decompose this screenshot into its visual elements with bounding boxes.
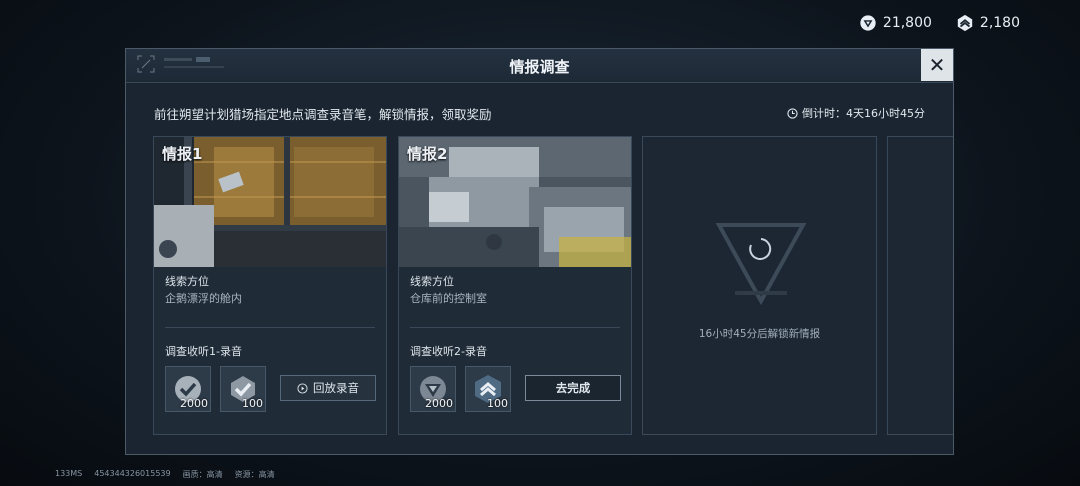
clue-value: 企鹅漂浮的舱内 xyxy=(165,292,242,305)
reward-item[interactable]: 100 xyxy=(220,366,266,412)
unlock-message: 16小时45分后解锁新情报 xyxy=(698,328,821,340)
quality-setting: 画质：高清 xyxy=(182,470,223,479)
intel-card-2[interactable]: 情报2 线索方位 仓库前的控制室 调查收听2-录音 2000 100 去完成 xyxy=(398,136,632,435)
close-button[interactable]: ✕ xyxy=(921,49,953,81)
clue-value: 仓库前的控制室 xyxy=(410,292,487,305)
go-complete-button[interactable]: 去完成 xyxy=(525,375,621,401)
gem-badge-icon xyxy=(860,15,876,31)
resource-setting: 资源：高清 xyxy=(234,470,275,479)
intel-image-1: 情报1 xyxy=(154,137,386,267)
countdown-label: 倒计时：4天16小时45分 xyxy=(802,107,925,120)
currency-bar: 21,800 2,180 xyxy=(859,14,1020,32)
clock-icon xyxy=(787,107,798,119)
reward-amount: 2000 xyxy=(180,397,208,410)
play-icon xyxy=(297,382,308,394)
currency-gem-amount: 21,800 xyxy=(882,15,932,31)
panel-title: 情报调查 xyxy=(509,58,570,76)
next-card-edge xyxy=(887,136,953,435)
locked-triangle-icon xyxy=(715,223,807,305)
status-footer: 133MS 454344326015539 画质：高清 资源：高清 xyxy=(55,469,275,480)
countdown-timer: 倒计时：4天16小时45分 xyxy=(787,105,925,121)
task-label: 调查收听2-录音 xyxy=(410,345,487,358)
reward-amount: 100 xyxy=(487,397,508,410)
clue-label: 线索方位 xyxy=(410,275,454,288)
divider xyxy=(410,327,620,328)
reward-item[interactable]: 100 xyxy=(465,366,511,412)
user-id: 454344326015539 xyxy=(94,469,171,478)
intel-panel: 情报调查 ✕ 前往朔望计划猎场指定地点调查录音笔，解锁情报，领取奖励 倒计时：4… xyxy=(125,48,954,455)
locked-intel-card: 16小时45分后解锁新情报 xyxy=(642,136,877,435)
reward-item[interactable]: 2000 xyxy=(410,366,456,412)
divider xyxy=(165,327,375,328)
ping-value: 133MS xyxy=(55,469,83,478)
currency-rank[interactable]: 2,180 xyxy=(956,14,1020,32)
reward-amount: 2000 xyxy=(425,397,453,410)
clue-label: 线索方位 xyxy=(165,275,209,288)
panel-description: 前往朔望计划猎场指定地点调查录音笔，解锁情报，领取奖励 xyxy=(154,107,492,122)
reward-item[interactable]: 2000 xyxy=(165,366,211,412)
intel-tag-1: 情报1 xyxy=(162,145,203,163)
chevron-rank-icon xyxy=(957,14,973,32)
replay-label: 回放录音 xyxy=(313,381,359,395)
intel-card-1[interactable]: 情报1 线索方位 企鹅漂浮的舱内 调查收听1-录音 2000 100 回放录音 xyxy=(153,136,387,435)
intel-tag-2: 情报2 xyxy=(407,145,448,163)
reward-amount: 100 xyxy=(242,397,263,410)
currency-gem[interactable]: 21,800 xyxy=(859,14,932,32)
currency-rank-amount: 2,180 xyxy=(979,15,1020,31)
task-label: 调查收听1-录音 xyxy=(165,345,242,358)
replay-recording-button[interactable]: 回放录音 xyxy=(280,375,376,401)
intel-image-2: 情报2 xyxy=(399,137,631,267)
close-icon: ✕ xyxy=(928,53,946,77)
panel-header: 情报调查 ✕ xyxy=(126,49,953,83)
